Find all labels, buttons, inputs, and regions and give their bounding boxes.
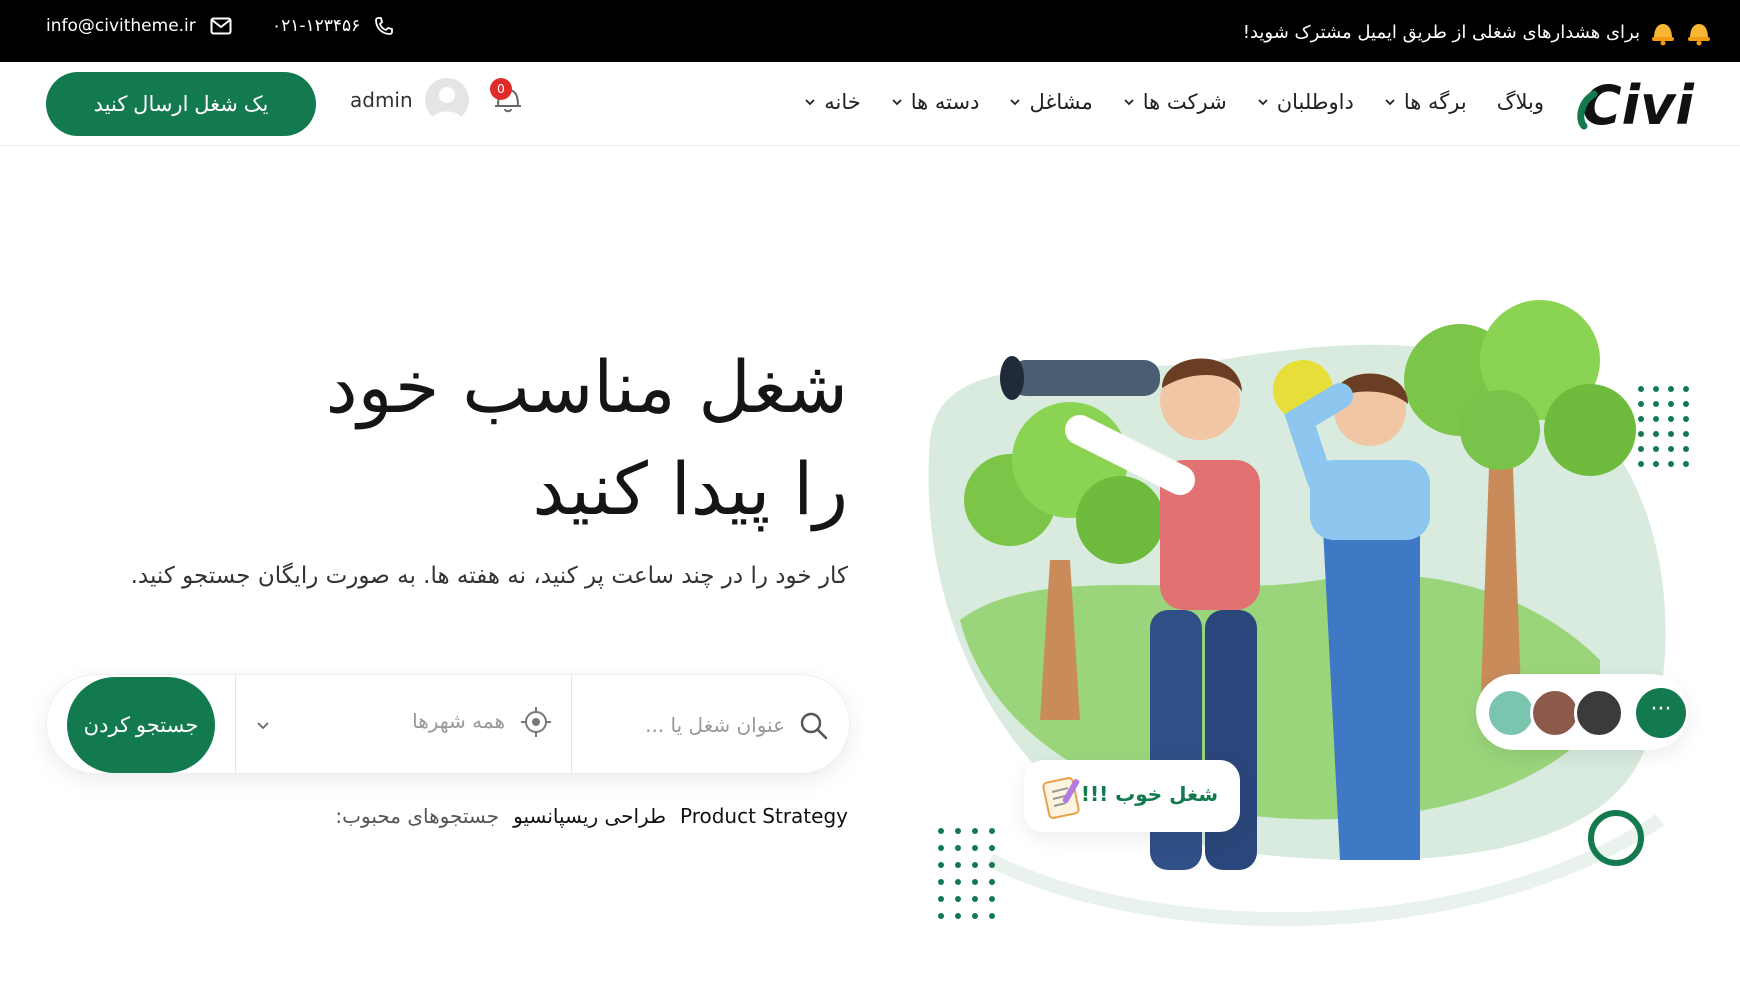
target-icon bbox=[521, 707, 551, 737]
bell-emoji-icon bbox=[1688, 24, 1710, 46]
popular-tag[interactable]: Product Strategy bbox=[680, 804, 848, 828]
hero-title-line: را پیدا کنید bbox=[532, 447, 848, 531]
ring-decoration bbox=[1588, 810, 1644, 866]
search-icon bbox=[800, 712, 828, 740]
city-select[interactable]: همه شهرها bbox=[235, 675, 571, 775]
phone-icon bbox=[375, 17, 394, 35]
phone-text[interactable]: ۰۲۱-۱۲۳۴۵۶ bbox=[272, 16, 360, 36]
chevron-down-icon bbox=[257, 722, 269, 730]
promo-banner: برای هشدارهای شغلی از طریق ایمیل مشترک ش… bbox=[1243, 18, 1712, 46]
chevron-down-icon bbox=[1385, 99, 1395, 106]
chevron-down-icon bbox=[1258, 99, 1268, 106]
svg-text:Civi: Civi bbox=[1582, 74, 1695, 136]
nav-item-label: وبلاگ bbox=[1496, 90, 1544, 114]
hero-title: شغل مناسب خود را پیدا کنید bbox=[148, 336, 848, 540]
civi-logo-mark: Civi bbox=[1577, 74, 1695, 137]
post-job-button[interactable]: یک شغل ارسال کنید bbox=[46, 72, 316, 136]
nav-item-label: داوطلبان bbox=[1276, 90, 1354, 114]
email-contact[interactable]: info@civitheme.ir bbox=[46, 16, 232, 36]
hero-title-line: شغل مناسب خود bbox=[325, 345, 848, 429]
chevron-down-icon bbox=[1124, 99, 1134, 106]
hero-subtitle: کار خود را در چند ساعت پر کنید، نه هفته … bbox=[130, 563, 848, 589]
main-nav: خانه دسته ها مشاغل شرکت ها داوطلبان برگه… bbox=[804, 90, 1544, 114]
nav-item-home[interactable]: خانه bbox=[804, 90, 861, 114]
email-text[interactable]: info@civitheme.ir bbox=[46, 16, 196, 36]
more-candidates-button[interactable]: ··· bbox=[1636, 688, 1686, 738]
candidate-avatar bbox=[1486, 688, 1536, 738]
good-job-text: شغل خوب !!! bbox=[1080, 782, 1218, 806]
nav-item-label: مشاغل bbox=[1029, 90, 1093, 114]
dot-grid-decoration bbox=[938, 828, 995, 919]
keyword-input[interactable] bbox=[585, 705, 785, 745]
nav-item-jobs[interactable]: مشاغل bbox=[1009, 90, 1093, 114]
site-logo[interactable]: Civi bbox=[1576, 72, 1696, 137]
promo-text: برای هشدارهای شغلی از طریق ایمیل مشترک ش… bbox=[1242, 21, 1640, 43]
good-job-chip: شغل خوب !!! bbox=[1024, 760, 1240, 832]
chevron-down-icon bbox=[892, 99, 902, 106]
avatar[interactable] bbox=[424, 78, 469, 122]
search-button[interactable]: جستجو کردن bbox=[67, 677, 215, 773]
candidate-avatar bbox=[1530, 688, 1580, 738]
phone-contact[interactable]: ۰۲۱-۱۲۳۴۵۶ bbox=[272, 16, 394, 36]
nav-item-categories[interactable]: دسته ها bbox=[891, 90, 980, 114]
user-menu[interactable]: admin bbox=[350, 78, 469, 122]
notification-button[interactable]: 0 bbox=[486, 76, 530, 120]
nav-item-label: دسته ها bbox=[910, 90, 980, 114]
candidate-avatar bbox=[1574, 688, 1624, 738]
username[interactable]: admin bbox=[350, 88, 413, 112]
popular-searches-label: جستجوهای محبوب: bbox=[335, 804, 500, 828]
notification-badge: 0 bbox=[490, 78, 512, 100]
keyword-field[interactable] bbox=[571, 675, 851, 775]
popular-tag[interactable]: طراحی ریسپانسیو bbox=[513, 804, 666, 828]
clipboard-icon bbox=[1042, 777, 1080, 819]
nav-item-blog[interactable]: وبلاگ bbox=[1497, 90, 1544, 114]
nav-item-companies[interactable]: شرکت ها bbox=[1123, 90, 1227, 114]
chevron-down-icon bbox=[1010, 99, 1021, 106]
nav-item-label: برگه ها bbox=[1403, 90, 1467, 114]
top-bar: info@civitheme.ir ۰۲۱-۱۲۳۴۵۶ برای هشداره… bbox=[0, 0, 1740, 62]
nav-item-candidates[interactable]: داوطلبان bbox=[1257, 90, 1354, 114]
nav-item-pages[interactable]: برگه ها bbox=[1384, 90, 1467, 114]
candidates-avatars-chip: ··· bbox=[1476, 674, 1688, 750]
dot-grid-decoration bbox=[1638, 386, 1689, 467]
avatar-icon bbox=[430, 87, 463, 122]
main-header: Civi خانه دسته ها مشاغل شرکت ها داوطلبان… bbox=[0, 62, 1740, 146]
popular-searches: جستجوهای محبوب: طراحی ریسپانسیو Product … bbox=[335, 804, 848, 828]
nav-item-label: شرکت ها bbox=[1142, 90, 1227, 114]
city-select-value: همه شهرها bbox=[412, 709, 505, 733]
nav-item-label: خانه bbox=[824, 90, 861, 114]
envelope-icon bbox=[210, 17, 232, 35]
bell-emoji-icon bbox=[1652, 24, 1674, 46]
chevron-down-icon bbox=[805, 99, 815, 106]
job-search-bar: جستجو کردن همه شهرها bbox=[46, 674, 851, 775]
